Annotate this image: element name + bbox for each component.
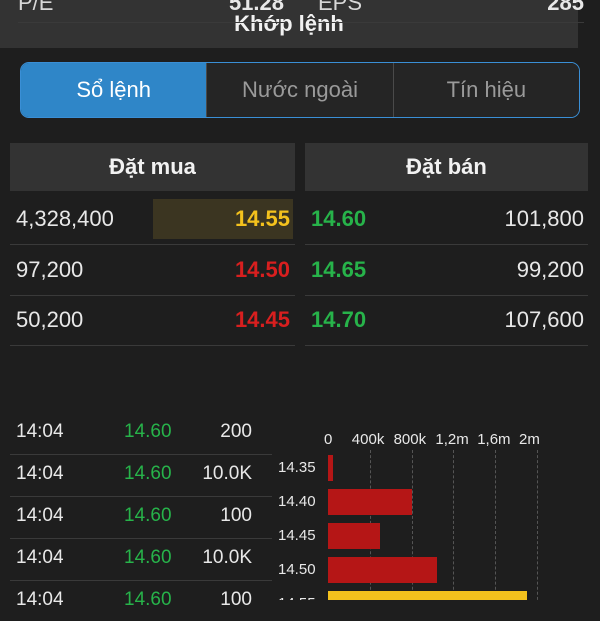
trade-time: 14:04	[16, 421, 64, 442]
divider	[305, 244, 588, 245]
trade-volume: 200	[220, 421, 252, 442]
sell-price: 14.65	[311, 257, 367, 282]
divider	[10, 244, 295, 245]
buy-price: 14.45	[234, 307, 290, 332]
eps-label: EPS	[318, 0, 363, 15]
price-level-label: 14.40	[278, 493, 316, 510]
tab-foreign[interactable]: Nước ngoài	[206, 63, 393, 117]
divider	[10, 345, 295, 346]
price-level-label: 14.45	[278, 527, 316, 544]
volume-bar	[328, 557, 437, 583]
divider	[305, 295, 588, 296]
buy-header: Đặt mua	[10, 143, 295, 191]
buy-price: 14.55	[234, 206, 290, 231]
trade-time: 14:04	[16, 463, 64, 484]
trade-volume: 10.0K	[202, 463, 252, 484]
x-tick-label: 1,6m	[477, 431, 511, 448]
divider	[10, 295, 295, 296]
divider	[18, 22, 286, 23]
trade-time: 14:04	[16, 505, 64, 526]
trade-price: 14.60	[124, 421, 172, 442]
sell-volume: 101,800	[504, 206, 584, 231]
trade-price: 14.60	[124, 463, 172, 484]
price-level-label: 14.35	[278, 459, 316, 476]
sell-price: 14.60	[311, 206, 367, 231]
volume-bar	[328, 455, 334, 481]
volume-bar	[328, 523, 381, 549]
trade-volume: 10.0K	[202, 547, 252, 568]
x-tick-label: 0	[324, 431, 333, 448]
grid-line	[495, 450, 497, 600]
x-tick-label: 2m	[519, 431, 540, 448]
x-tick-label: 400k	[351, 431, 385, 448]
trade-row: 14:04 14.60 10.0K	[10, 537, 272, 579]
price-level-label: 14.55	[278, 595, 316, 600]
sell-volume: 99,200	[516, 257, 584, 282]
trade-volume: 100	[220, 505, 252, 526]
divider	[316, 22, 584, 23]
volume-bar	[328, 489, 412, 515]
pe-label: P/E	[18, 0, 54, 15]
price-level-label: 14.50	[278, 561, 316, 578]
sell-price: 14.70	[311, 307, 367, 332]
divider	[305, 345, 588, 346]
grid-line	[453, 450, 455, 600]
sell-header: Đặt bán	[305, 143, 588, 191]
trade-row: 14:04 14.60 10.0K	[10, 453, 272, 495]
volume-bar	[328, 591, 527, 600]
trade-time: 14:04	[16, 589, 64, 610]
trade-row: 14:04 14.60 200	[10, 411, 272, 453]
trade-time: 14:04	[16, 547, 64, 568]
trade-volume: 100	[220, 589, 252, 610]
trade-price: 14.60	[124, 547, 172, 568]
tab-signals[interactable]: Tín hiệu	[392, 63, 579, 117]
order-book: 4,328,400 14.55 14.60 101,800 97,200 14.…	[0, 194, 600, 346]
eps-value: 285	[547, 0, 584, 15]
buy-price: 14.50	[234, 257, 290, 282]
x-tick-label: 800k	[393, 431, 427, 448]
buy-volume: 97,200	[16, 257, 84, 282]
pe-value: 51.28	[228, 0, 284, 15]
sell-volume: 107,600	[504, 307, 584, 332]
trade-row: 14:04 14.60 100	[10, 579, 272, 621]
buy-volume: 4,328,400	[16, 206, 114, 231]
volume-price-chart: 0 400k 800k 1,2m 1,6m 2m 14.35 14.40 14.45 14.50 1…	[272, 412, 588, 600]
trade-price: 14.60	[124, 589, 172, 610]
segmented-tabs: Sổ lệnh Nước ngoài Tín hiệu	[20, 62, 580, 118]
grid-line	[537, 450, 538, 600]
buy-volume: 50,200	[16, 307, 84, 332]
trade-row: 14:04 14.60 100	[10, 495, 272, 537]
trade-price: 14.60	[124, 505, 172, 526]
tab-order-book[interactable]: Sổ lệnh	[21, 63, 207, 117]
x-tick-label: 1,2m	[435, 431, 469, 448]
